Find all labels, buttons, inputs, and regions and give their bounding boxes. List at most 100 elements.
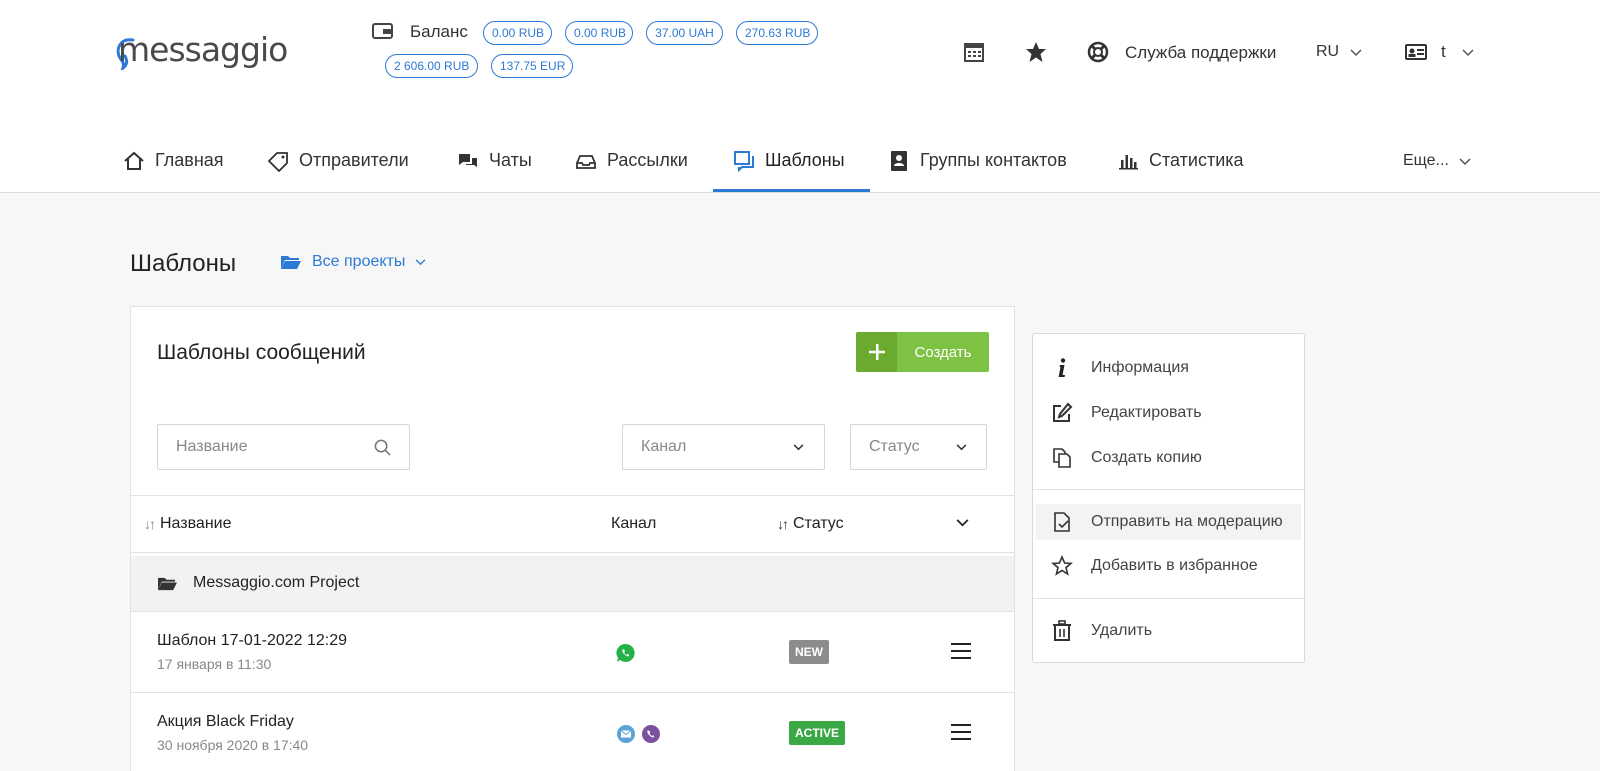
messaggio-logo[interactable]: messaggio [115,30,288,74]
menu-item-delete[interactable]: Удалить [1033,613,1304,649]
tag-icon [267,152,288,172]
nav-item-label: Отправители [299,150,409,170]
info-icon [1058,358,1066,377]
row-context-menu: Информация Редактировать Создать копию О… [1032,333,1305,663]
address-book-icon [891,151,907,171]
top-header: messaggio Баланс 0.00 RUB 0.00 RUB 37.00… [0,0,1600,193]
row-menu-button[interactable] [951,643,971,659]
folder-open-icon [281,256,301,269]
create-button-label: Создать [897,332,989,372]
user-menu[interactable]: t [1441,42,1446,62]
table-header: ↓↑ Название Канал ↓↑ Статус [131,495,1014,553]
nav-item-label: Группы контактов [920,150,1067,170]
status-select[interactable]: Статус [850,424,987,470]
status-select-placeholder: Статус [869,438,920,455]
balance-pill[interactable]: 37.00 UAH [646,21,723,45]
page-title: Шаблоны [130,250,237,277]
balance-pill[interactable]: 270.63 RUB [736,21,818,45]
create-button[interactable]: Создать [856,332,989,372]
project-group-row[interactable]: Messaggio.com Project [131,556,1014,612]
logo-text: messaggio [118,30,288,69]
row-menu-button[interactable] [951,724,971,740]
chat-icon [459,154,477,167]
copy-icon [1053,448,1071,468]
balance-pill[interactable]: 0.00 RUB [565,21,633,45]
nav-item-home[interactable]: Главная [123,140,224,192]
chevron-down-icon [1459,158,1471,166]
nav-item-label: Чаты [489,150,532,170]
project-select[interactable]: Все проекты [280,253,426,271]
nav-item-statistics[interactable]: Статистика [1117,140,1244,192]
column-header-status[interactable]: ↓↑ Статус [777,515,844,533]
card-title: Шаблоны сообщений [157,341,366,364]
chevron-down-icon[interactable] [1350,49,1362,57]
column-header-name[interactable]: ↓↑ Название [144,515,232,533]
channel-select-placeholder: Канал [641,438,687,455]
nav-more[interactable]: Еще... [1403,140,1471,192]
inbox-icon [576,155,596,169]
main-nav: Главная Отправители Чаты Рассылки Шаблон… [0,140,1600,192]
search-input[interactable] [158,425,409,469]
balance-pill[interactable]: 0.00 RUB [483,21,552,45]
chevron-down-icon[interactable] [956,519,969,527]
menu-item-edit[interactable]: Редактировать [1033,395,1304,431]
chevron-down-icon[interactable] [1462,49,1474,57]
email-icon [617,725,635,743]
viber-icon [642,725,660,743]
edit-icon [1053,402,1073,422]
template-date: 30 ноября 2020 в 17:40 [157,737,309,753]
user-card-icon[interactable] [1405,41,1427,63]
nav-item-label: Рассылки [607,150,688,170]
search-field [157,424,410,470]
template-title[interactable]: Шаблон 17-01-2022 12:29 [157,632,347,650]
nav-item-contact-groups[interactable]: Группы контактов [888,140,1067,192]
support-link[interactable]: Служба поддержки [1125,43,1276,63]
status-badge: ACTIVE [789,721,846,745]
sort-icon: ↓↑ [144,516,156,532]
plus-icon [856,332,897,372]
balance-pill[interactable]: 137.75 EUR [491,54,573,78]
star-icon[interactable] [1025,41,1047,63]
table-row[interactable]: Акция Black Friday 30 ноября 2020 в 17:4… [131,694,1014,771]
column-header-channel: Канал [611,515,657,532]
nav-item-label: Статистика [1149,150,1244,170]
folder-open-icon [158,577,177,591]
send-moderation-icon [1054,512,1070,532]
nav-item-label: Шаблоны [765,150,845,170]
wallet-icon [372,23,393,39]
project-group-name: Messaggio.com Project [193,574,360,591]
template-title[interactable]: Акция Black Friday [157,713,294,731]
menu-item-copy[interactable]: Создать копию [1033,440,1304,476]
nav-more-label: Еще... [1403,152,1449,169]
sort-icon: ↓↑ [777,516,789,532]
chevron-down-icon [416,258,426,265]
nav-item-label: Главная [155,150,224,170]
nav-item-senders[interactable]: Отправители [267,140,409,192]
project-select-label: Все проекты [312,253,406,270]
star-outline-icon [1051,555,1073,576]
calendar-icon[interactable] [963,41,985,63]
templates-icon [734,151,754,172]
balance-pill[interactable]: 2 606.00 RUB [385,54,478,78]
search-icon[interactable] [374,439,391,456]
nav-item-chats[interactable]: Чаты [457,140,532,192]
menu-divider [1033,598,1304,599]
status-badge: NEW [789,640,829,664]
menu-item-info[interactable]: Информация [1033,350,1304,386]
home-icon [124,151,144,170]
channel-select[interactable]: Канал [622,424,825,470]
whatsapp-icon [616,643,635,662]
nav-item-templates[interactable]: Шаблоны [733,140,845,192]
bar-chart-icon [1119,155,1138,170]
table-row[interactable]: Шаблон 17-01-2022 12:29 17 января в 11:3… [131,613,1014,693]
menu-item-add-favorite[interactable]: Добавить в избранное [1033,548,1304,584]
active-tab-indicator [713,189,870,192]
chevron-down-icon [793,444,804,451]
lifebuoy-icon[interactable] [1087,41,1109,63]
nav-item-mailings[interactable]: Рассылки [575,140,688,192]
language-select[interactable]: RU [1316,43,1339,61]
templates-card: Шаблоны сообщений Создать Канал Статус ↓… [130,306,1015,771]
chevron-down-icon [956,444,967,451]
menu-item-send-moderation[interactable]: Отправить на модерацию [1036,504,1301,540]
trash-icon [1053,620,1071,641]
